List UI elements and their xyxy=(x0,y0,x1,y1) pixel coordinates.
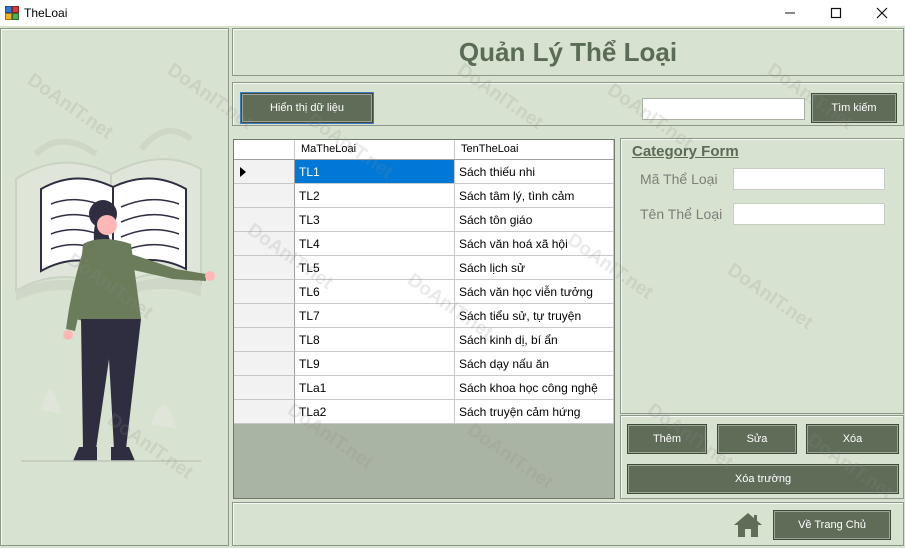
form-title: Category Form xyxy=(632,143,739,160)
row-header[interactable] xyxy=(234,160,295,184)
cell-matheloai[interactable]: TL1 xyxy=(295,160,455,184)
table-row[interactable]: TL4 Sách văn hoá xã hội xyxy=(234,232,614,256)
category-name-input[interactable] xyxy=(733,203,885,225)
maximize-icon xyxy=(830,7,842,19)
grid-header: MaTheLoai TenTheLoai xyxy=(234,140,614,160)
cell-tentheloai[interactable]: Sách văn học viễn tưởng xyxy=(455,280,614,304)
illustration-panel xyxy=(0,28,229,546)
home-icon[interactable] xyxy=(733,512,763,538)
search-input[interactable] xyxy=(642,98,805,120)
toolbar-panel: Hiển thị dữ liệu Tìm kiếm xyxy=(232,82,904,126)
cell-matheloai[interactable]: TL5 xyxy=(295,256,455,280)
row-header[interactable] xyxy=(234,400,295,424)
show-data-button[interactable]: Hiển thị dữ liệu xyxy=(241,93,373,123)
table-row[interactable]: TLa1 Sách khoa học công nghệ xyxy=(234,376,614,400)
close-icon xyxy=(876,7,888,19)
cell-matheloai[interactable]: TL6 xyxy=(295,280,455,304)
column-header-matheloai[interactable]: MaTheLoai xyxy=(295,140,455,159)
table-row[interactable]: TL2 Sách tâm lý, tình cảm xyxy=(234,184,614,208)
row-header[interactable] xyxy=(234,376,295,400)
window-title: TheLoai xyxy=(24,6,68,20)
category-id-input[interactable] xyxy=(733,168,885,190)
cell-tentheloai[interactable]: Sách thiếu nhi xyxy=(455,160,614,184)
table-row[interactable]: TL6 Sách văn học viễn tưởng xyxy=(234,280,614,304)
cell-matheloai[interactable]: TL2 xyxy=(295,184,455,208)
table-row[interactable]: TL8 Sách kinh dị, bí ẩn xyxy=(234,328,614,352)
edit-button[interactable]: Sửa xyxy=(717,424,797,454)
maximize-button[interactable] xyxy=(813,0,859,26)
cell-tentheloai[interactable]: Sách dạy nấu ăn xyxy=(455,352,614,376)
cell-matheloai[interactable]: TL7 xyxy=(295,304,455,328)
table-row[interactable]: TL1 Sách thiếu nhi xyxy=(234,160,614,184)
cell-tentheloai[interactable]: Sách lịch sử xyxy=(455,256,614,280)
table-row[interactable]: TL5 Sách lịch sử xyxy=(234,256,614,280)
header-panel: Quản Lý Thể Loại xyxy=(232,28,904,76)
cell-matheloai[interactable]: TL3 xyxy=(295,208,455,232)
form-client-area: Quản Lý Thể Loại Hiển thị dữ liệu Tìm ki… xyxy=(0,26,905,548)
cell-tentheloai[interactable]: Sách tiểu sử, tự truyện xyxy=(455,304,614,328)
row-indicator-icon xyxy=(240,167,246,177)
row-header[interactable] xyxy=(234,232,295,256)
table-row[interactable]: TL9 Sách dạy nấu ăn xyxy=(234,352,614,376)
table-row[interactable]: TL3 Sách tôn giáo xyxy=(234,208,614,232)
row-header[interactable] xyxy=(234,184,295,208)
footer-panel: Về Trang Chủ xyxy=(232,502,904,546)
grid-corner-header xyxy=(234,140,295,159)
table-row[interactable]: TLa2 Sách truyện cảm hứng xyxy=(234,400,614,424)
cell-tentheloai[interactable]: Sách khoa học công nghệ xyxy=(455,376,614,400)
row-header[interactable] xyxy=(234,352,295,376)
add-button[interactable]: Thêm xyxy=(627,424,707,454)
search-button[interactable]: Tìm kiếm xyxy=(811,93,897,123)
cell-matheloai[interactable]: TL9 xyxy=(295,352,455,376)
delete-button[interactable]: Xóa xyxy=(806,424,899,454)
reading-woman-illustration xyxy=(15,128,215,462)
row-header[interactable] xyxy=(234,208,295,232)
minimize-button[interactable] xyxy=(767,0,813,26)
row-header[interactable] xyxy=(234,256,295,280)
row-header[interactable] xyxy=(234,328,295,352)
page-title: Quản Lý Thể Loại xyxy=(458,37,678,67)
actions-panel: Thêm Sửa Xóa Xóa trường xyxy=(620,415,904,499)
clear-fields-button[interactable]: Xóa trường xyxy=(627,464,899,494)
cell-tentheloai[interactable]: Sách kinh dị, bí ẩn xyxy=(455,328,614,352)
row-header[interactable] xyxy=(234,280,295,304)
minimize-icon xyxy=(785,12,795,14)
column-header-tentheloai[interactable]: TenTheLoai xyxy=(455,140,614,159)
cell-tentheloai[interactable]: Sách tôn giáo xyxy=(455,208,614,232)
form-icon xyxy=(5,6,19,20)
category-name-label: Tên Thể Loại xyxy=(640,206,723,222)
row-header[interactable] xyxy=(234,304,295,328)
category-data-grid[interactable]: MaTheLoai TenTheLoai TL1 Sách thiếu nhi TL… xyxy=(233,139,615,499)
cell-matheloai[interactable]: TL4 xyxy=(295,232,455,256)
category-id-label: Mã Thể Loại xyxy=(640,171,718,187)
cell-tentheloai[interactable]: Sách tâm lý, tình cảm xyxy=(455,184,614,208)
category-form-panel: Category Form Mã Thể Loại Tên Thể Loại xyxy=(620,138,904,414)
cell-matheloai[interactable]: TLa2 xyxy=(295,400,455,424)
table-row[interactable]: TL7 Sách tiểu sử, tự truyện xyxy=(234,304,614,328)
title-bar: TheLoai xyxy=(0,0,905,26)
home-button[interactable]: Về Trang Chủ xyxy=(773,510,891,540)
cell-matheloai[interactable]: TLa1 xyxy=(295,376,455,400)
cell-tentheloai[interactable]: Sách văn hoá xã hội xyxy=(455,232,614,256)
cell-matheloai[interactable]: TL8 xyxy=(295,328,455,352)
close-button[interactable] xyxy=(859,0,905,26)
cell-tentheloai[interactable]: Sách truyện cảm hứng xyxy=(455,400,614,424)
